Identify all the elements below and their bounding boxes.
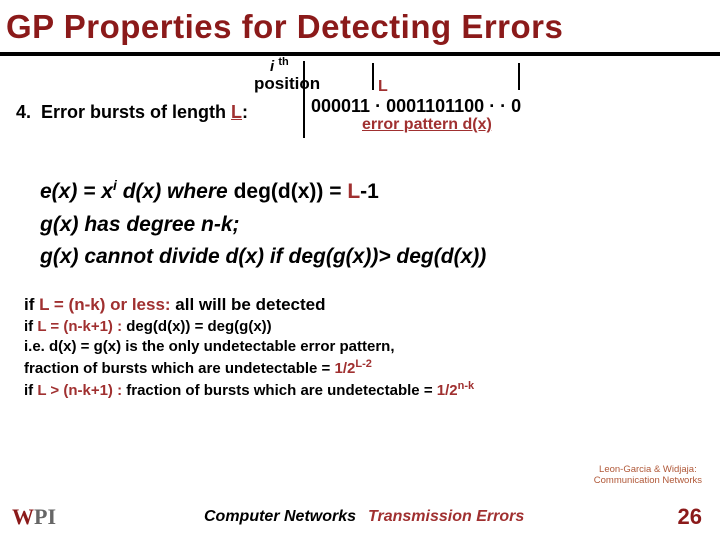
i-italic: i — [270, 58, 274, 75]
slide-number: 26 — [678, 504, 702, 530]
bit-pattern: 000011 · 0001101100 · · 0 — [311, 96, 521, 117]
ith-label: i th — [270, 56, 289, 75]
if-block: if L = (n-k) or less: all will be detect… — [16, 294, 704, 402]
if-frac-sup-2: n-k — [458, 380, 475, 392]
if-cond-1: L = (n-k) or less: — [39, 295, 170, 314]
th-super: th — [278, 56, 288, 68]
if-frac-sup: L-2 — [355, 358, 372, 370]
if-row-3: i.e. d(x) = g(x) is the only undetectabl… — [24, 337, 704, 357]
eq-dx: d(x) where — [117, 180, 234, 203]
divider-vertical — [303, 61, 305, 138]
bullet-num: 4. — [16, 102, 31, 122]
eq-line-2: g(x) has degree n-k; — [40, 209, 704, 242]
if-res-2: deg(d(x)) = deg(g(x)) — [122, 318, 272, 335]
if-frac-val: 1/2 — [334, 360, 355, 377]
l-span-label: L — [378, 78, 388, 96]
L-underlined: L — [231, 102, 242, 122]
l-span-left — [372, 63, 374, 90]
if-row-4: fraction of bursts which are undetectabl… — [24, 357, 704, 379]
slide-title: GP Properties for Detecting Errors — [6, 8, 714, 46]
footer: W PI Computer Networks Transmission Erro… — [0, 500, 720, 540]
eq-L: L — [347, 180, 360, 203]
if-row-1: if L = (n-k) or less: all will be detect… — [24, 294, 704, 317]
bullet-text: Error bursts of length — [41, 102, 231, 122]
svg-text:W: W — [12, 504, 34, 529]
if-kw-2: if — [24, 318, 37, 335]
footer-topic: Transmission Errors — [368, 508, 524, 526]
eq-line-3: g(x) cannot divide d(x) if deg(g(x))> de… — [40, 241, 704, 274]
position-label: position — [254, 74, 320, 94]
if-kw-1: if — [24, 295, 39, 314]
l-span-right — [518, 63, 520, 90]
if-cond-3: L > (n-k+1) : — [37, 382, 122, 399]
bullet-colon: : — [242, 102, 248, 122]
title-bar: GP Properties for Detecting Errors — [0, 0, 720, 56]
if-row-2: if L = (n-k+1) : deg(d(x)) = deg(g(x)) — [24, 317, 704, 337]
svg-text:PI: PI — [34, 504, 56, 529]
if-frac-text: fraction of bursts which are undetectabl… — [24, 360, 334, 377]
eq-deg: deg(d(x)) = — [234, 180, 348, 203]
attribution: Leon-Garcia & Widjaja: Communication Net… — [594, 465, 702, 486]
wpi-logo: W PI — [12, 500, 76, 532]
if-res-3: fraction of bursts which are undetectabl… — [122, 382, 437, 399]
if-cond-2: L = (n-k+1) : — [37, 318, 122, 335]
slide-content: i th position L 4. Error bursts of lengt… — [0, 56, 720, 402]
eq-line-1: e(x) = xi d(x) where deg(d(x)) = L-1 — [40, 175, 704, 209]
footer-course: Computer Networks — [204, 508, 356, 526]
equation-block: e(x) = xi d(x) where deg(d(x)) = L-1 g(x… — [16, 175, 704, 274]
attribution-l1: Leon-Garcia & Widjaja: — [594, 465, 702, 475]
if-row-5: if L > (n-k+1) : fraction of bursts whic… — [24, 379, 704, 401]
error-pattern-label: error pattern d(x) — [362, 116, 492, 134]
if-frac-val-2: 1/2 — [437, 382, 458, 399]
if-res-1: all will be detected — [171, 295, 326, 314]
attribution-l2: Communication Networks — [594, 476, 702, 486]
eq-minus1: -1 — [360, 180, 379, 203]
if-kw-3: if — [24, 382, 37, 399]
eq-ex: e(x) = x — [40, 180, 113, 203]
